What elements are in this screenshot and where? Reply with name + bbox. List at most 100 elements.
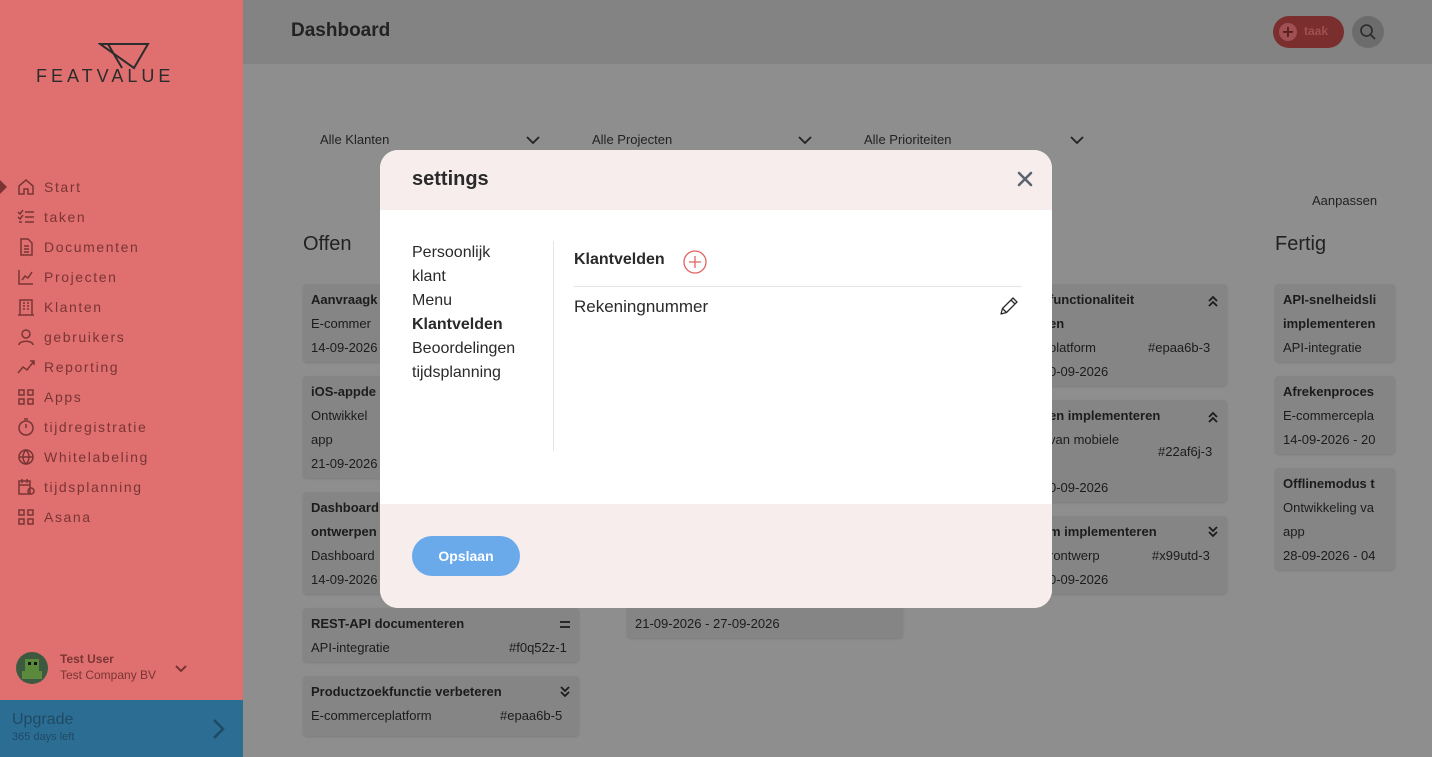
sidebar-item-klanten[interactable]: Klanten — [0, 292, 243, 322]
field-name: Rekeningnummer — [574, 297, 709, 316]
task-project: rontwerp — [1049, 548, 1100, 563]
task-project: platform — [1049, 340, 1096, 355]
chevron-down-icon[interactable] — [174, 661, 188, 675]
task-date: 21-09-2026 — [311, 456, 378, 471]
task-id: #x99utd-3 — [1152, 548, 1210, 563]
timer-icon — [18, 418, 34, 436]
task-title: functionaliteit — [1049, 292, 1135, 307]
task-title: Offlinemodus t — [1283, 476, 1375, 491]
task-date: 14-09-2026 — [311, 572, 378, 587]
task-card[interactable]: API-snelheidsli implementeren API-integr… — [1275, 284, 1395, 362]
settings-tab-klant[interactable]: klant — [412, 265, 552, 289]
checklist-icon — [17, 209, 34, 223]
chevron-down-icon — [526, 136, 540, 145]
task-card[interactable]: Productzoekfunctie verbeteren E-commerce… — [303, 676, 579, 736]
sidebar-item-asana[interactable]: Asana — [0, 502, 243, 532]
task-title: REST-API documenteren — [311, 616, 465, 631]
upgrade-banner[interactable]: Upgrade 365 days left — [0, 700, 243, 757]
settings-tab-menu[interactable]: Menu — [412, 289, 552, 313]
sidebar-item-label: Documenten — [44, 239, 140, 255]
task-project: API-integratie — [311, 640, 390, 655]
sidebar-item-apps[interactable]: Apps — [0, 382, 243, 412]
task-card[interactable]: Afrekenproces E-commercepla 14-09-2026 -… — [1275, 376, 1395, 454]
section-title: Klantvelden — [574, 251, 665, 268]
client-filter-label: Alle Klanten — [320, 132, 390, 147]
task-project: Ontwikkeling va — [1283, 500, 1375, 515]
customize-link[interactable]: Aanpassen — [1312, 193, 1377, 208]
close-icon[interactable] — [1016, 170, 1034, 188]
page-title: Dashboard — [291, 20, 391, 41]
home-icon — [18, 179, 34, 195]
task-title: Dashboard — [311, 500, 379, 515]
modal-footer: Opslaan — [380, 504, 1052, 608]
task-project: Dashboard — [311, 548, 375, 563]
save-button[interactable]: Opslaan — [412, 536, 520, 576]
sidebar-item-label: Asana — [44, 509, 92, 525]
brand-name: FEATVALUE — [36, 66, 175, 86]
add-field-icon[interactable] — [683, 250, 707, 274]
task-id: #22af6j-3 — [1158, 444, 1213, 459]
task-date: 14-09-2026 — [311, 340, 378, 355]
settings-tab-beoordelingen[interactable]: Beoordelingen — [412, 337, 552, 361]
task-title: API-snelheidsli — [1283, 292, 1377, 307]
user-menu[interactable]: Test User Test Company BV — [16, 652, 236, 688]
settings-tab-klantvelden[interactable]: Klantvelden — [412, 313, 552, 337]
chevron-down-icon — [1070, 136, 1084, 145]
pencil-icon[interactable] — [998, 295, 1020, 317]
task-title-cont: implementeren — [1283, 316, 1376, 331]
sidebar-item-taken[interactable]: taken — [0, 202, 243, 232]
modal-title: settings — [412, 168, 489, 190]
settings-tab-tijdsplanning[interactable]: tijdsplanning — [412, 361, 552, 385]
globe-icon — [18, 449, 34, 466]
sidebar-item-reporting[interactable]: Reporting — [0, 352, 243, 382]
sidebar-item-tijdregistratie[interactable]: tijdregistratie — [0, 412, 243, 442]
task-project: API-integratie — [1283, 340, 1362, 355]
search-icon — [1360, 24, 1376, 40]
task-date: 21-09-2026 - 27-09-2026 — [635, 616, 780, 631]
task-title: m implementeren — [1049, 524, 1157, 539]
task-project-cont: app — [1283, 524, 1305, 539]
task-title: iOS-appde — [311, 384, 377, 399]
sidebar-item-documenten[interactable]: Documenten — [0, 232, 243, 262]
task-title-cont: ontwerpen — [311, 524, 377, 539]
task-date: 0-09-2026 — [1049, 572, 1109, 587]
brand-logo[interactable]: FEATVALUE — [36, 42, 211, 92]
topbar: Dashboard + taak — [243, 0, 1432, 64]
building-icon — [18, 299, 34, 316]
sidebar-item-whitelabeling[interactable]: Whitelabeling — [0, 442, 243, 472]
task-card[interactable]: Offlinemodus t Ontwikkeling va app 28-09… — [1275, 468, 1395, 570]
settings-modal: settings Persoonlijk klant Menu Klantvel… — [380, 150, 1052, 608]
sidebar-item-start[interactable]: Start — [0, 172, 243, 202]
priority-high-icon — [1208, 411, 1218, 423]
task-date: 14-09-2026 - 20 — [1283, 432, 1376, 447]
sidebar-item-label: Projecten — [44, 269, 118, 285]
priority-low-icon — [1208, 526, 1218, 538]
task-project: E-commerceplatform — [311, 708, 432, 723]
sidebar-item-label: Whitelabeling — [44, 449, 149, 465]
add-task-button[interactable]: + taak — [1273, 16, 1344, 48]
grid-icon — [18, 389, 34, 405]
task-date: 0-09-2026 — [1049, 480, 1109, 495]
sidebar-item-tijdsplanning[interactable]: tijdsplanning — [0, 472, 243, 502]
sidebar: FEATVALUE Start taken Documenten Project… — [0, 0, 243, 757]
document-icon — [20, 238, 33, 256]
settings-tab-persoonlijk[interactable]: Persoonlijk — [412, 241, 552, 265]
sidebar-item-projecten[interactable]: Projecten — [0, 262, 243, 292]
user-name: Test User — [60, 652, 114, 666]
sidebar-item-label: Apps — [44, 389, 83, 405]
column-title-fertig: Fertig — [1275, 233, 1327, 255]
project-filter-label: Alle Projecten — [592, 132, 673, 147]
search-button[interactable] — [1352, 16, 1384, 48]
chart-icon — [18, 270, 33, 285]
task-title: Productzoekfunctie verbeteren — [311, 684, 502, 699]
sidebar-item-label: Reporting — [44, 359, 120, 375]
task-card[interactable]: REST-API documenteren API-integratie #f0… — [303, 608, 579, 662]
sidebar-item-label: taken — [44, 209, 87, 225]
chevron-right-icon — [213, 719, 225, 739]
task-title: Afrekenproces — [1283, 384, 1375, 399]
priority-high-icon — [1208, 295, 1218, 307]
sidebar-item-gebruikers[interactable]: gebruikers — [0, 322, 243, 352]
task-project: van mobiele — [1049, 432, 1120, 447]
column-title-offen: Offen — [303, 233, 352, 255]
priority-medium-icon — [560, 621, 570, 628]
